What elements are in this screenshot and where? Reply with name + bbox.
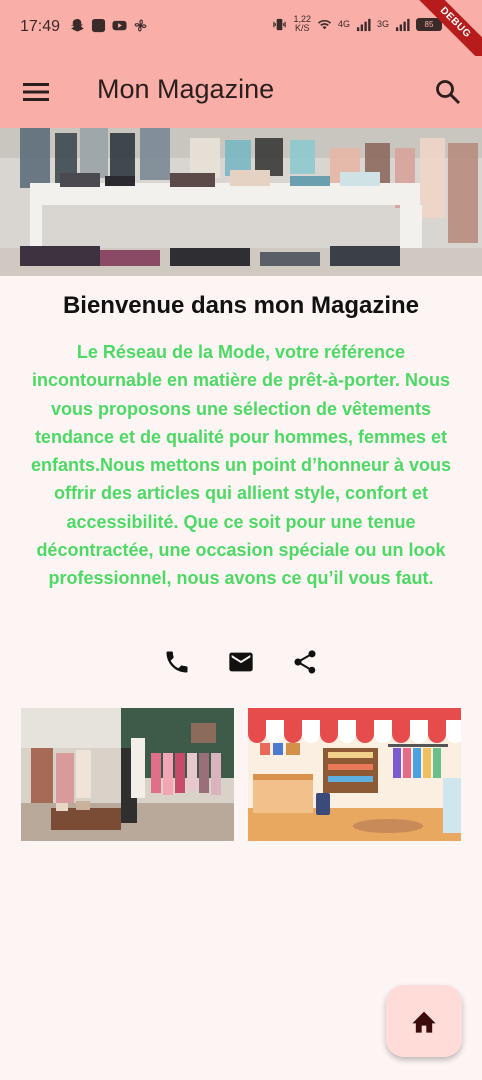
fan-icon: [134, 19, 147, 32]
phone-button[interactable]: [161, 646, 193, 678]
home-icon: [412, 1011, 436, 1033]
search-icon: [436, 80, 461, 105]
share-icon: [294, 650, 316, 674]
gallery-image-boutique: [21, 708, 234, 841]
app-title: Mon Magazine: [97, 74, 275, 104]
vibrate-icon: [273, 18, 287, 30]
system-icons: 1,22 K/S 4G 3G 85: [272, 15, 442, 33]
signal-icon: [356, 18, 371, 31]
boutique-photo: [21, 708, 234, 841]
notification-icons: [70, 18, 148, 33]
net-speed: 1,22 K/S: [293, 15, 311, 33]
snapchat-icon: [71, 18, 84, 32]
hero-image: [0, 128, 482, 276]
net-speed-unit: K/S: [294, 23, 310, 33]
contact-actions: [0, 646, 482, 678]
search-button[interactable]: [428, 72, 468, 112]
email-icon: [229, 652, 253, 672]
description-text: Le Réseau de la Mode, votre référence in…: [30, 342, 451, 589]
status-time: 17:49: [20, 18, 61, 35]
welcome-title: Bienvenue dans mon Magazine: [62, 292, 420, 319]
menu-button[interactable]: [16, 74, 56, 110]
phone-icon: [166, 651, 188, 673]
shop-illustration: [248, 708, 461, 841]
home-fab-button[interactable]: [386, 985, 462, 1057]
wifi-icon: [317, 19, 332, 29]
app-bar: Mon Magazine: [0, 56, 482, 128]
share-button[interactable]: [289, 646, 321, 678]
gallery-image-shop-illustration: [248, 708, 461, 841]
signal-3g-label: 3G: [376, 19, 389, 29]
signal-4g-label: 4G: [337, 19, 350, 29]
store-interior-image: [0, 128, 482, 276]
signal-icon-2: [395, 18, 410, 31]
youtube-icon: [112, 20, 127, 31]
app-notification-icon: [91, 18, 106, 33]
status-bar: 17:49 1,22 K/S 4G 3G 85: [0, 0, 482, 56]
menu-icon: [23, 83, 49, 101]
email-button[interactable]: [225, 646, 257, 678]
